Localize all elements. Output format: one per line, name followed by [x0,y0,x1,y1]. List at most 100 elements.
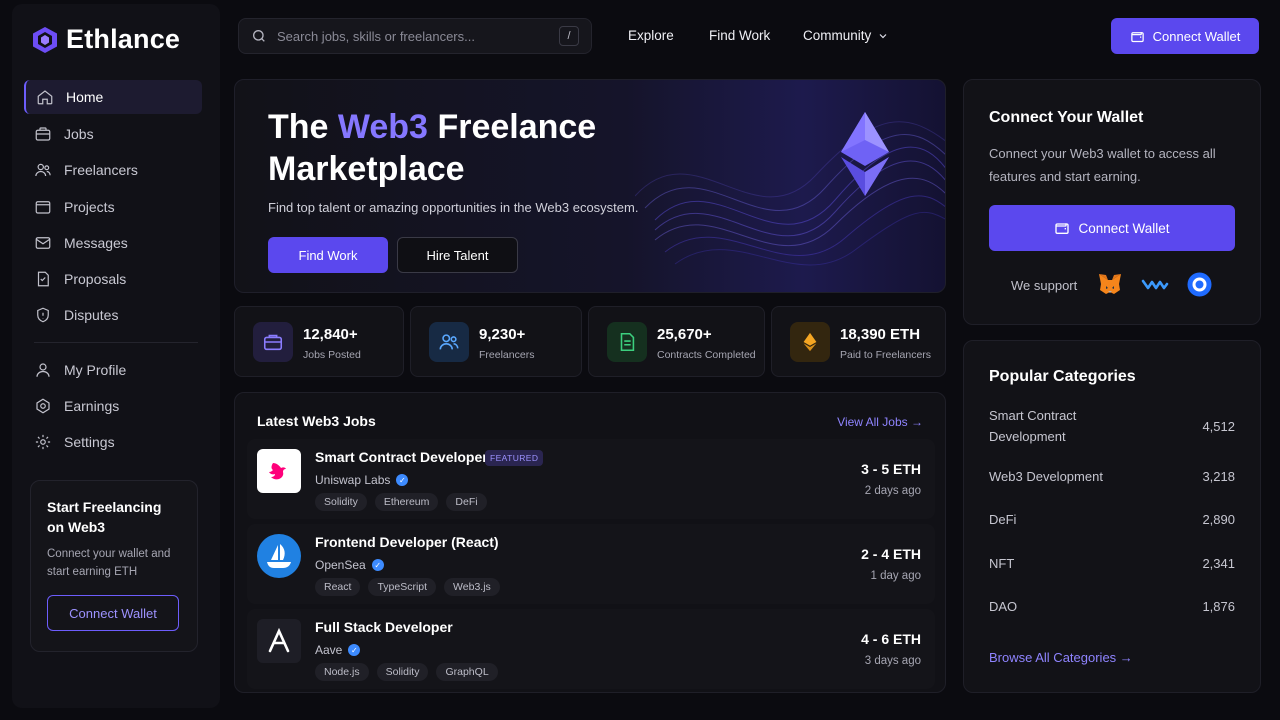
category-row[interactable]: NFT 2,341 [989,553,1235,574]
shield-icon [37,307,49,323]
sidebar-item-settings[interactable]: Settings [24,425,202,459]
category-row[interactable]: Web3 Development 3,218 [989,466,1235,487]
metamask-icon[interactable] [1097,272,1123,296]
app-name: Ethlance [66,24,181,54]
stat-label: Freelancers [479,349,535,361]
sidebar-item-label: Projects [64,199,115,215]
view-all-jobs-label: View All Jobs [837,415,908,429]
skill-tag: React [315,578,361,596]
mail-icon [35,237,51,249]
job-pay: 3 - 5 ETH [861,461,921,477]
home-icon [37,90,53,105]
wallet-card-text: Connect your Web3 wallet to access all f… [989,146,1216,184]
nav-community[interactable]: Community [803,28,889,43]
walletconnect-icon[interactable] [1141,276,1169,292]
stat-value: 12,840+ [303,326,358,343]
sidebar-item-earnings[interactable]: Earnings [24,389,202,423]
find-work-button[interactable]: Find Work [268,237,388,273]
promo-text: Connect your wallet and start earning ET… [47,548,171,578]
hero-title-part1: The [268,108,329,146]
category-row[interactable]: DAO 1,876 [989,596,1235,617]
sidebar-item-my-profile[interactable]: My Profile [24,353,202,387]
sidebar-item-home[interactable]: Home [24,80,202,114]
hero-title-accent: Web3 [337,108,428,146]
sidebar-item-proposals[interactable]: Proposals [24,262,202,296]
category-name: NFT [989,556,1015,571]
hire-talent-button[interactable]: Hire Talent [397,237,518,273]
users-icon [429,322,469,362]
users-icon [35,163,51,177]
sidebar-item-label: Freelancers [64,162,138,178]
job-title: Full Stack Developer [315,619,453,635]
category-row[interactable]: Smart Contract Development 4,512 [989,405,1235,447]
wave-graphic [635,112,945,266]
view-all-jobs-link[interactable]: View All Jobs → [837,415,923,429]
user-icon [36,363,50,377]
logo[interactable]: Ethlance [32,24,180,55]
featured-badge: FEATURED [485,450,544,466]
sidebar-divider [34,342,198,343]
job-row[interactable]: Full Stack Developer Aave ✓ Node.js Soli… [247,609,935,689]
sidebar-item-messages[interactable]: Messages [24,226,202,260]
skill-tag: TypeScript [368,578,437,596]
hero-title: The Web3 Freelance Marketplace [268,106,596,190]
job-row[interactable]: Smart Contract Developer FEATURED Uniswa… [247,439,935,519]
briefcase-icon [253,322,293,362]
coinbase-icon[interactable] [1187,272,1212,297]
stat-jobs-posted: 12,840+ Jobs Posted [234,306,404,377]
hero-title-part2: Freelance [437,108,597,146]
category-count: 2,890 [1202,512,1235,527]
card-connect-wallet-button[interactable]: Connect Wallet [989,205,1235,251]
nav-explore[interactable]: Explore [628,28,674,43]
earnings-icon [36,398,50,414]
stat-value: 25,670+ [657,326,712,343]
search-input[interactable] [277,28,549,44]
sidebar-item-disputes[interactable]: Disputes [24,298,202,332]
header-connect-wallet-button[interactable]: Connect Wallet [1111,18,1259,54]
sidebar-connect-wallet-button[interactable]: Connect Wallet [47,595,179,631]
company-name: OpenSea [315,558,366,572]
job-row[interactable]: Frontend Developer (React) OpenSea ✓ Rea… [247,524,935,604]
job-posted: 1 day ago [870,570,921,582]
stat-label: Paid to Freelancers [840,349,932,361]
browse-all-label: Browse All Categories [989,650,1117,665]
skill-tag: DeFi [446,493,487,511]
search-shortcut-key: / [559,26,579,46]
job-tags: Node.js Solidity GraphQL [315,663,498,681]
category-row[interactable]: DeFi 2,890 [989,509,1235,530]
job-company: OpenSea ✓ [315,558,384,572]
stat-label: Contracts Completed [657,349,756,361]
card-connect-wallet-label: Connect Wallet [1078,220,1170,236]
stat-value: 18,390 ETH [840,326,921,343]
job-title: Smart Contract Developer [315,449,488,465]
categories-title: Popular Categories [989,368,1136,385]
opensea-logo [257,534,301,578]
sidebar: Ethlance Home Jobs Freelancers Projects … [12,4,220,708]
sidebar-item-freelancers[interactable]: Freelancers [24,153,202,187]
sidebar-item-projects[interactable]: Projects [24,190,202,224]
proposal-icon [37,271,49,287]
sidebar-item-jobs[interactable]: Jobs [24,117,202,151]
promo-card: Start Freelancing on Web3 Connect your w… [30,480,198,652]
verified-icon: ✓ [348,644,361,656]
promo-title: Start Freelancing on Web3 [47,499,162,535]
popular-categories-card: Popular Categories Smart Contract Develo… [963,340,1261,693]
job-company: Uniswap Labs ✓ [315,473,409,487]
nav-community-label: Community [803,28,872,43]
stat-label: Jobs Posted [303,349,361,361]
sidebar-item-label: Home [66,89,104,105]
stat-paid: 18,390 ETH Paid to Freelancers [771,306,946,377]
header-connect-wallet-label: Connect Wallet [1152,28,1241,44]
job-posted: 3 days ago [864,655,921,667]
category-name: Web3 Development [989,469,1103,484]
search-bar[interactable]: / [238,18,592,54]
browse-all-categories-link[interactable]: Browse All Categories → [989,650,1133,665]
skill-tag: Node.js [315,663,369,681]
skill-tag: Web3.js [444,578,500,596]
nav-find-work[interactable]: Find Work [709,28,770,43]
arrow-right-icon: → [911,415,923,429]
latest-jobs-panel: Latest Web3 Jobs View All Jobs → Smart C… [234,392,946,693]
search-icon [252,30,265,42]
category-count: 1,876 [1202,599,1235,614]
skill-tag: GraphQL [436,663,498,681]
